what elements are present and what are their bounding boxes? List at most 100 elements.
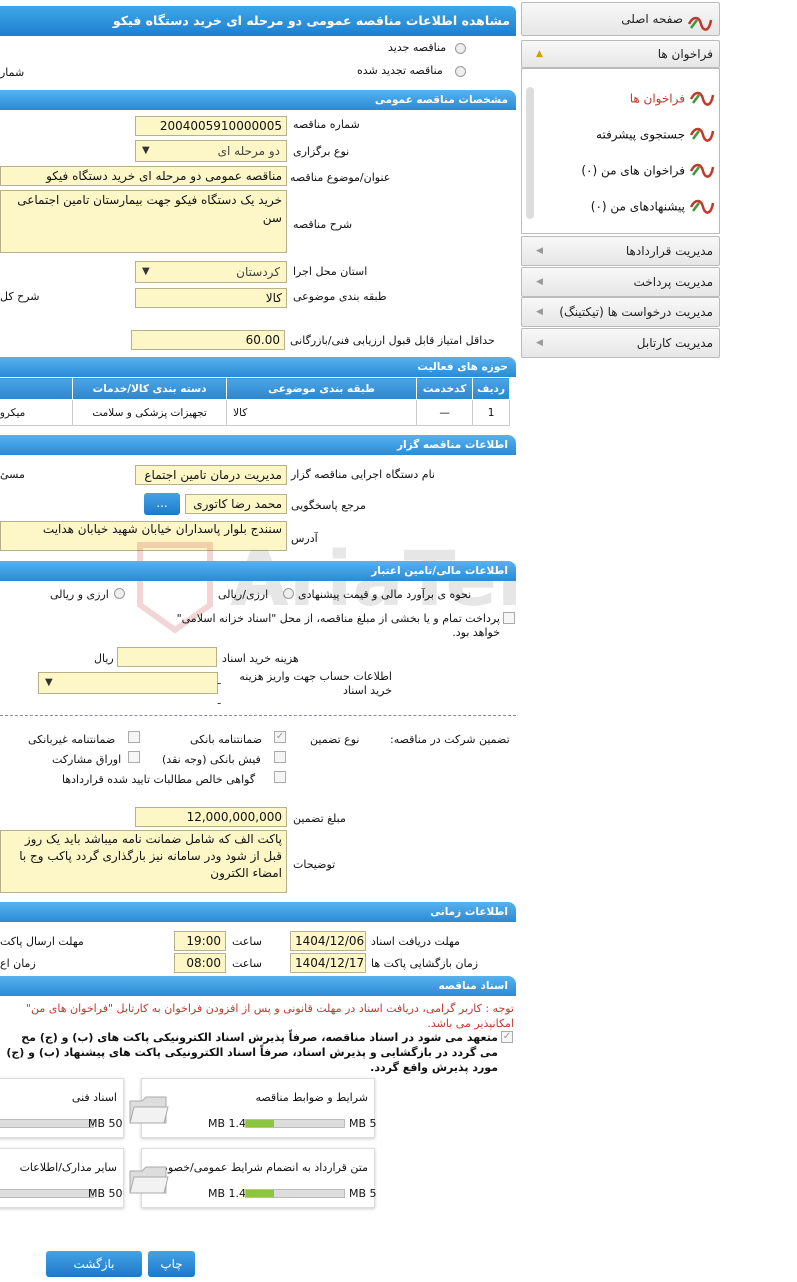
brand-logo-icon [689, 127, 715, 143]
cut-label: شمار [0, 66, 25, 79]
col-row: ردیف [472, 377, 510, 400]
doc-card[interactable]: سایر مدارک/اطلاعات 50 MB [0, 1148, 124, 1208]
checkbox-bank-guarantee[interactable]: ✓ [274, 731, 286, 743]
checkbox-receivables[interactable] [274, 771, 286, 783]
docs-notice: توجه : کاربر گرامی، دریافت اسناد در مهلت… [25, 1002, 514, 1030]
category-field[interactable]: کالا [135, 288, 287, 308]
sidebar-item-label: صفحه اصلی [621, 12, 683, 26]
brand-logo-icon [687, 12, 713, 31]
sidebar-item-label: فراخوان ها [657, 47, 713, 61]
doc-card[interactable]: متن قرارداد به انضمام شرایط عمومی/خصوصی … [129, 1148, 377, 1208]
account-select[interactable]: -- ▼ [38, 672, 221, 710]
col-extra [0, 377, 74, 400]
submenu-my-calls[interactable]: فراخوان های من (۰) [581, 163, 715, 179]
doc-card[interactable]: اسناد فنی 50 MB [0, 1078, 124, 1138]
province-label: استان محل اجرا [293, 265, 368, 278]
org-field[interactable]: مدیریت درمان تامین اجتماع [135, 465, 287, 485]
doc-name: سایر مدارک/اطلاعات [19, 1161, 117, 1174]
doc-progress-fill [246, 1190, 275, 1197]
section-general: مشخصات مناقصه عمومی [0, 90, 516, 110]
radio-new-tender[interactable] [455, 43, 466, 54]
sidebar-item-tickets[interactable]: مدیریت درخواست ها (تیکتینگ) ◀ [521, 297, 720, 327]
checkbox-nonbank-guarantee[interactable] [128, 731, 140, 743]
announce-time-label: زمان اع [0, 957, 36, 970]
cell-code: — [416, 399, 474, 426]
min-score-field[interactable]: 60.00 [131, 330, 285, 350]
description-field[interactable]: خرید یک دستگاه فیکو جهت بیمارستان تامین … [0, 190, 287, 253]
submenu-advanced-search[interactable]: جستجوی پیشرفته [596, 127, 715, 143]
folder-icon [129, 1166, 169, 1194]
cell-extra: میکروس [0, 399, 74, 426]
checkbox-bonds[interactable] [128, 751, 140, 763]
doc-max: 50 MB [88, 1187, 123, 1200]
opening-label: زمان بازگشایی پاکت ها [371, 957, 479, 970]
section-issuer: اطلاعات مناقصه گزار [0, 435, 516, 455]
amount-label: مبلغ تضمین [293, 812, 346, 825]
receivables-label: گواهی خالص مطالبات تایید شده قراردادها [62, 773, 256, 786]
sidebar-item-payments[interactable]: مدیریت پرداخت ◀ [521, 267, 720, 297]
holding-type-label: نوع برگزاری [293, 145, 350, 158]
sidebar-item-cartable[interactable]: مدیریت کارتابل ◀ [521, 328, 720, 358]
submenu-label: جستجوی پیشرفته [596, 127, 685, 142]
guarantee-type-label: نوع تضمین [310, 733, 360, 746]
radio-currency-rial[interactable] [114, 588, 125, 599]
chevron-up-icon: ▲ [536, 49, 543, 59]
radio-rial[interactable] [283, 588, 294, 599]
radio-currency-rial-label: ارزی و ریالی [50, 588, 109, 601]
opening-date-field[interactable]: 1404/12/17 [290, 953, 366, 973]
notes-field[interactable]: پاکت الف که شامل ضمانت نامه میباشد باید … [0, 830, 287, 893]
tender-number-label: شماره مناقصه [293, 118, 360, 131]
doc-progress [245, 1189, 345, 1198]
doc-progress-fill [246, 1120, 275, 1127]
doc-card[interactable]: شرایط و ضوابط مناقصه 1.47 MB 5 MB [129, 1078, 377, 1138]
description-label: شرح مناقصه [293, 218, 353, 231]
opening-time-label: ساعت [232, 957, 262, 970]
doc-progress [0, 1119, 94, 1128]
divider [0, 715, 516, 716]
receive-date-field[interactable]: 1404/12/06 [290, 931, 366, 951]
holding-type-select[interactable]: دو مرحله ای ▼ [135, 140, 287, 162]
back-button[interactable]: بازگشت [46, 1251, 142, 1277]
doc-cost-label: هزینه خرید اسناد [222, 652, 299, 665]
chevron-down-icon: ▼ [142, 145, 150, 156]
province-select[interactable]: کردستان ▼ [135, 261, 287, 283]
doc-progress [245, 1119, 345, 1128]
scrollbar[interactable] [526, 87, 534, 219]
tender-number-field[interactable]: 2004005910000005 [135, 116, 287, 136]
col-category: طبقه بندی موضوعی [226, 377, 418, 400]
doc-name: شرایط و ضوابط مناقصه [255, 1091, 369, 1104]
nonbank-guarantee-label: ضمانتنامه غیربانکی [28, 733, 116, 746]
section-docs: اسناد مناقصه [0, 976, 516, 996]
holding-type-value: دو مرحله ای [217, 144, 280, 158]
guarantee-label: تضمین شرکت در مناقصه: [390, 733, 510, 746]
submenu-my-bids[interactable]: پیشنهادهای من (۰) [591, 199, 715, 215]
calls-submenu: فراخوان ها جستجوی پیشرفته فراخوان های من… [521, 68, 720, 234]
section-finance: اطلاعات مالی/تامین اعتبار [0, 561, 516, 581]
radio-rial-label: ارزی/ریالی [218, 588, 269, 601]
col-service-code: کدخدمت [416, 377, 474, 400]
cell-goods: تجهیزات پزشکی و سلامت [72, 399, 228, 426]
brand-logo-icon [689, 199, 715, 215]
bonds-label: اوراق مشارکت [52, 753, 122, 766]
submenu-calls[interactable]: فراخوان ها [630, 91, 715, 107]
doc-max: 50 MB [88, 1117, 123, 1130]
amount-field[interactable]: 12,000,000,000 [135, 807, 287, 827]
col-goods: دسته بندی کالا/خدمات [72, 377, 228, 400]
radio-renewed-label: مناقصه تجدید شده [357, 64, 443, 77]
radio-renewed-tender[interactable] [455, 66, 466, 77]
section-time: اطلاعات زمانی [0, 902, 516, 922]
doc-cost-field[interactable] [117, 647, 217, 667]
cut-label-2: شرح کل [0, 290, 40, 303]
subject-field[interactable]: مناقصه عمومی دو مرحله ای خرید دستگاه فیک… [0, 166, 287, 186]
receive-deadline-label: مهلت دریافت اسناد [371, 935, 460, 948]
receive-time-field[interactable]: 19:00 [174, 931, 226, 951]
sidebar-item-home[interactable]: صفحه اصلی [521, 2, 720, 36]
submenu-label: فراخوان های من (۰) [581, 163, 685, 178]
sidebar-item-contracts[interactable]: مدیریت قراردادها ◀ [521, 236, 720, 266]
opening-time-field[interactable]: 08:00 [174, 953, 226, 973]
treasury-checkbox[interactable] [503, 612, 515, 624]
sidebar-item-calls[interactable]: فراخوان ها ▲ [521, 40, 720, 68]
print-button[interactable]: چاپ [148, 1251, 195, 1277]
checkbox-bank-receipt[interactable] [274, 751, 286, 763]
sidebar-item-label: مدیریت کارتابل [636, 336, 713, 350]
